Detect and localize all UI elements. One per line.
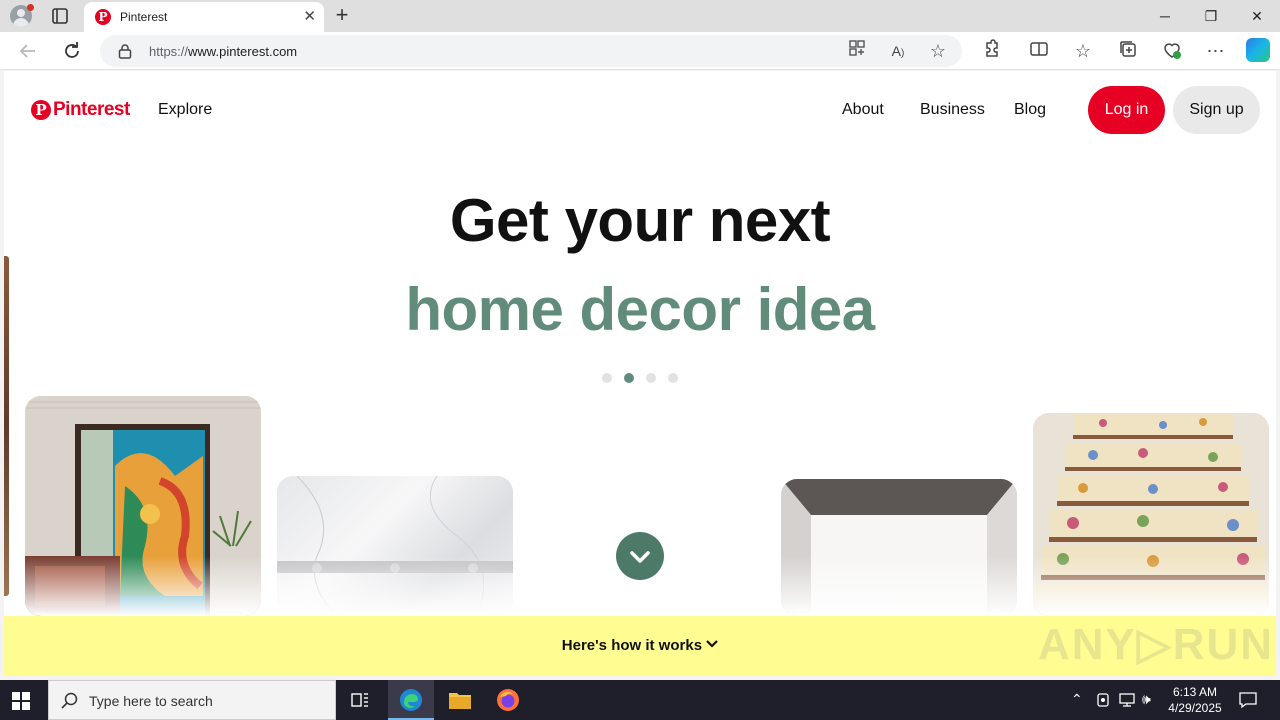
windows-start-icon[interactable] [12,692,30,710]
favorites-icon[interactable]: ☆ [1071,39,1095,63]
url-host: www.pinterest.com [188,44,298,59]
partial-pin-image[interactable] [4,256,9,596]
signup-button[interactable]: Sign up [1173,86,1260,134]
nav-about-link[interactable]: About [842,101,884,119]
refresh-icon[interactable] [60,39,84,63]
browser-tab-bar: P Pinterest ✕ + ─ ❐ ✕ [0,0,1280,32]
browser-toolbar: https://www.pinterest.com A) ☆ ☆ ⋯ [0,32,1280,70]
pin-card-marble[interactable] [277,476,513,616]
scroll-down-button[interactable] [616,532,664,580]
url-prefix: https:// [149,44,189,59]
pin-card-fade [277,556,513,616]
tab-close-icon[interactable]: ✕ [303,8,316,26]
firefox-icon[interactable] [496,688,520,717]
login-button[interactable]: Log in [1088,86,1165,134]
hero-heading: Get your next [449,187,831,254]
pin-card-fade [25,556,261,616]
pinterest-favicon-icon: P [95,9,111,25]
clock-time: 6:13 AM [1172,685,1218,699]
pinterest-logo-icon: P [31,100,51,120]
notification-center-icon[interactable] [1238,690,1258,715]
close-window-button[interactable]: ✕ [1234,0,1280,32]
taskbar-clock[interactable]: 6:13 AM 4/29/2025 [1162,684,1228,716]
carousel-dot[interactable] [668,373,678,383]
browser-essentials-icon[interactable] [1160,39,1184,63]
lock-icon[interactable] [118,43,132,59]
edge-icon [400,689,422,711]
favorite-star-icon[interactable]: ☆ [926,39,950,63]
back-icon[interactable] [16,39,40,63]
browser-tab-pinterest[interactable]: P Pinterest ✕ [84,2,324,32]
profile-notification-badge [27,4,34,11]
new-tab-button[interactable]: + [330,3,354,27]
nav-explore-link[interactable]: Explore [158,101,212,119]
carousel-dots [602,373,678,383]
pinterest-page: P Pinterest Explore About Business Blog … [4,71,1276,676]
nav-business-link[interactable]: Business [920,101,985,119]
hero-rotating-topic: home decor idea [405,276,875,343]
task-view-icon[interactable] [350,690,370,715]
network-icon[interactable] [1118,692,1136,713]
chevron-down-icon [706,640,718,648]
pinterest-logo-text: Pinterest [53,99,130,120]
split-screen-icon[interactable] [1027,39,1051,63]
nav-blog-link[interactable]: Blog [1014,101,1046,119]
anyrun-watermark: ANY▷RUN [1038,620,1275,669]
search-icon [61,692,78,709]
pin-card-floral-stairs[interactable] [1033,413,1269,616]
taskbar-edge-button[interactable] [388,680,434,720]
app-available-icon[interactable] [845,39,869,63]
url-text: https://www.pinterest.com [149,44,297,59]
windows-taskbar: Type here to search ⌃ 🕪 6:13 AM 4/29/202… [0,680,1280,720]
minimize-button[interactable]: ─ [1142,0,1188,32]
show-hidden-icons-icon[interactable]: ⌃ [1071,691,1083,708]
pin-card-fade [1033,556,1269,616]
copilot-icon[interactable] [1246,38,1270,62]
carousel-dot[interactable] [602,373,612,383]
clock-date: 4/29/2025 [1168,701,1222,715]
pin-card-art-panel[interactable] [25,396,261,616]
carousel-dot-active[interactable] [624,373,634,383]
more-icon[interactable]: ⋯ [1204,39,1228,63]
read-aloud-icon[interactable]: A) [886,39,910,63]
chevron-down-icon [630,551,650,563]
collections-icon[interactable] [1116,39,1140,63]
restore-button[interactable]: ❐ [1188,0,1234,32]
taskbar-search-placeholder: Type here to search [89,693,213,709]
pin-card-fade [781,556,1017,616]
file-explorer-icon[interactable] [448,689,472,716]
taskbar-search-box[interactable]: Type here to search [48,680,336,720]
pin-card-shelf[interactable] [781,479,1017,616]
address-bar[interactable]: https://www.pinterest.com A) ☆ [100,35,962,67]
meet-now-icon[interactable] [1096,692,1110,713]
volume-icon[interactable]: 🕪 [1142,691,1151,708]
how-it-works-text: Here's how it works [561,637,703,654]
tab-actions-icon[interactable] [50,6,70,26]
tab-title: Pinterest [120,10,168,24]
extensions-icon[interactable] [979,39,1003,63]
pinterest-logo[interactable]: P Pinterest [31,97,130,123]
carousel-dot[interactable] [646,373,656,383]
